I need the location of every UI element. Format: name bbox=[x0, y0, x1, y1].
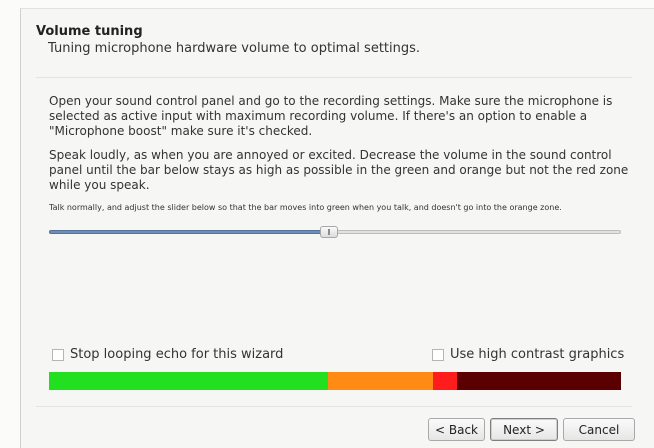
meter-zone-red bbox=[432, 372, 458, 390]
checkbox-box[interactable] bbox=[52, 348, 64, 361]
stop-echo-label: Stop looping echo for this wizard bbox=[70, 347, 284, 362]
meter-zone-green bbox=[49, 372, 328, 390]
instructions: Open your sound control panel and go to … bbox=[49, 94, 629, 222]
next-button[interactable]: Next > bbox=[490, 418, 558, 441]
level-meter bbox=[49, 372, 621, 390]
wizard-header: Volume tuning Tuning microphone hardware… bbox=[36, 24, 420, 56]
page-subtitle: Tuning microphone hardware volume to opt… bbox=[48, 41, 421, 56]
header-divider bbox=[36, 77, 632, 78]
back-button[interactable]: < Back bbox=[428, 418, 485, 441]
stop-echo-checkbox[interactable]: Stop looping echo for this wizard bbox=[52, 347, 283, 362]
slider-fill bbox=[49, 230, 330, 234]
high-contrast-checkbox[interactable]: Use high contrast graphics bbox=[432, 347, 624, 362]
slider-hint: Talk normally, and adjust the slider bel… bbox=[49, 203, 562, 212]
checkbox-box[interactable] bbox=[432, 348, 444, 361]
cancel-button[interactable]: Cancel bbox=[563, 418, 635, 441]
footer-divider bbox=[36, 406, 632, 407]
page-title: Volume tuning bbox=[36, 24, 143, 39]
wizard-buttons: < Back Next > Cancel bbox=[428, 418, 635, 441]
instruction-paragraph-1: Open your sound control panel and go to … bbox=[49, 94, 613, 138]
meter-zone-orange bbox=[327, 372, 433, 390]
instruction-paragraph-2: Speak loudly, as when you are annoyed or… bbox=[49, 148, 629, 192]
volume-slider[interactable] bbox=[49, 225, 621, 239]
high-contrast-label: Use high contrast graphics bbox=[450, 347, 625, 362]
meter-zone-dark-red bbox=[457, 372, 621, 390]
slider-thumb[interactable] bbox=[320, 226, 339, 238]
